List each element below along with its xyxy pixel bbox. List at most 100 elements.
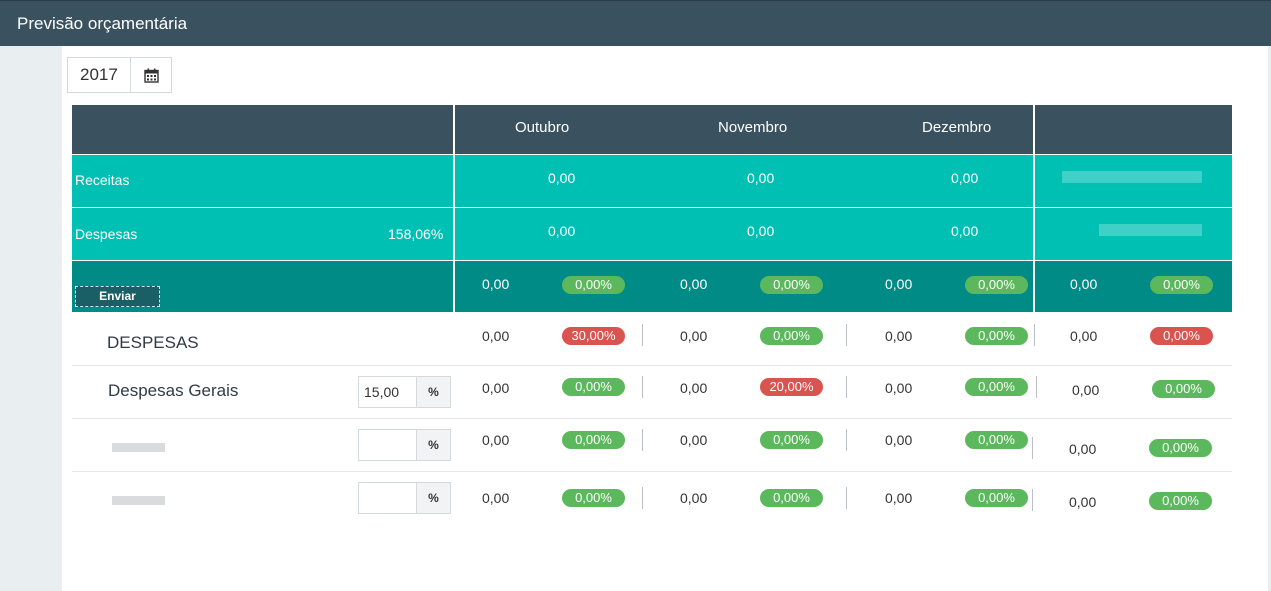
column-divider [1033,261,1035,312]
row-value-outubro: 0,00 [482,490,510,506]
calendar-icon[interactable] [130,58,171,92]
total-value-dezembro: 0,00 [885,276,913,292]
despesas-value-outubro: 0,00 [548,223,576,239]
label-placeholder [112,496,165,505]
summary-row-receitas: Receitas 0,00 0,00 0,00 [72,155,1232,207]
row-value-dezembro: 0,00 [885,328,913,344]
row-pct-novembro: 0,00% [760,489,823,507]
percent-input-value[interactable] [359,430,416,460]
row-value-overall: 0,00 [1072,382,1100,398]
month-header-outubro: Outubro [515,119,570,136]
despesas-label: Despesas [75,226,138,242]
cell-divider [642,487,643,509]
loading-placeholder [1099,224,1202,236]
total-value-outubro: 0,00 [482,276,510,292]
cell-divider [642,324,643,346]
row-pct-dezembro: 0,00% [965,489,1028,507]
month-header-dezembro: Dezembro [922,119,992,136]
row-value-dezembro: 0,00 [885,432,913,448]
column-divider [1033,208,1035,260]
row-label: DESPESAS [107,333,199,352]
cell-divider [846,429,847,451]
column-divider [453,261,455,312]
column-divider [1033,105,1035,154]
row-value-outubro: 0,00 [482,432,510,448]
row-pct-novembro: 0,00% [760,431,823,449]
receitas-value-outubro: 0,00 [548,170,576,186]
row-value-dezembro: 0,00 [885,380,913,396]
row-pct-novembro: 0,00% [760,327,823,345]
total-pct-outubro: 0,00% [562,276,625,294]
table-row: % 0,00 0,00% 0,00 0,00% 0,00 0,00% 0,00 … [72,472,1232,525]
summary-row-totals: Enviar 0,00 0,00% 0,00 0,00% 0,00 0,00% … [72,261,1232,312]
year-value[interactable]: 2017 [68,58,130,92]
row-label: Despesas Gerais [108,381,239,400]
row-pct-outubro: 0,00% [562,378,625,396]
row-pct-overall: 0,00% [1150,327,1213,345]
window-title: Previsão orçamentária [17,14,188,33]
row-value-overall: 0,00 [1069,441,1097,457]
total-pct-dezembro: 0,00% [965,276,1028,294]
row-pct-novembro: 20,00% [760,378,823,396]
total-value-overall: 0,00 [1070,276,1098,292]
row-pct-dezembro: 0,00% [965,431,1028,449]
row-value-outubro: 0,00 [482,328,510,344]
table-row: DESPESAS 0,00 30,00% 0,00 0,00% 0,00 0,0… [72,313,1232,366]
percent-input-value[interactable] [359,483,416,513]
row-value-dezembro: 0,00 [885,490,913,506]
year-picker[interactable]: 2017 [67,57,172,93]
row-value-outubro: 0,00 [482,380,510,396]
column-divider [1033,155,1035,207]
column-divider [453,208,455,260]
percent-input[interactable]: 15,00 % [358,376,451,408]
row-pct-overall: 0,00% [1149,492,1212,510]
cell-divider [1032,489,1033,511]
table-header: Outubro Novembro Dezembro [72,105,1232,154]
month-header-novembro: Novembro [718,119,788,136]
receitas-value-novembro: 0,00 [747,170,775,186]
row-pct-overall: 0,00% [1149,439,1212,457]
row-pct-outubro: 30,00% [562,327,625,345]
receitas-value-dezembro: 0,00 [951,170,979,186]
despesas-value-dezembro: 0,00 [951,223,979,239]
column-divider [453,105,455,154]
left-gutter [0,46,62,591]
row-pct-dezembro: 0,00% [965,327,1028,345]
percent-unit-addon: % [416,483,450,513]
despesas-percent: 158,06% [388,226,444,242]
summary-row-despesas: Despesas 158,06% 0,00 0,00 0,00 [72,208,1232,260]
row-value-novembro: 0,00 [680,432,708,448]
row-value-overall: 0,00 [1070,328,1098,344]
row-value-novembro: 0,00 [680,490,708,506]
label-placeholder [112,443,165,452]
total-pct-overall: 0,00% [1150,276,1213,294]
cell-divider [1032,437,1033,459]
enviar-button[interactable]: Enviar [75,286,160,307]
total-value-novembro: 0,00 [680,276,708,292]
row-pct-dezembro: 0,00% [965,378,1028,396]
cell-divider [846,376,847,398]
table-row: Despesas Gerais 15,00 % 0,00 0,00% 0,00 … [72,366,1232,419]
cell-divider [1036,376,1037,398]
total-pct-novembro: 0,00% [760,276,823,294]
row-value-novembro: 0,00 [680,380,708,396]
row-value-overall: 0,00 [1069,494,1097,510]
cell-divider [642,376,643,398]
table-row: % 0,00 0,00% 0,00 0,00% 0,00 0,00% 0,00 … [72,419,1232,472]
row-pct-overall: 0,00% [1152,380,1215,398]
loading-placeholder [1062,171,1202,183]
percent-input-value[interactable]: 15,00 [359,377,416,407]
window-title-bar: Previsão orçamentária [0,0,1271,46]
row-pct-outubro: 0,00% [562,431,625,449]
percent-input[interactable]: % [358,429,451,461]
cell-divider [846,324,847,346]
column-divider [453,155,455,207]
percent-unit-addon: % [416,377,450,407]
cell-divider [846,487,847,509]
percent-input[interactable]: % [358,482,451,514]
row-value-novembro: 0,00 [680,328,708,344]
cell-divider [642,429,643,451]
cell-divider [1034,324,1035,346]
row-pct-outubro: 0,00% [562,489,625,507]
despesas-value-novembro: 0,00 [747,223,775,239]
